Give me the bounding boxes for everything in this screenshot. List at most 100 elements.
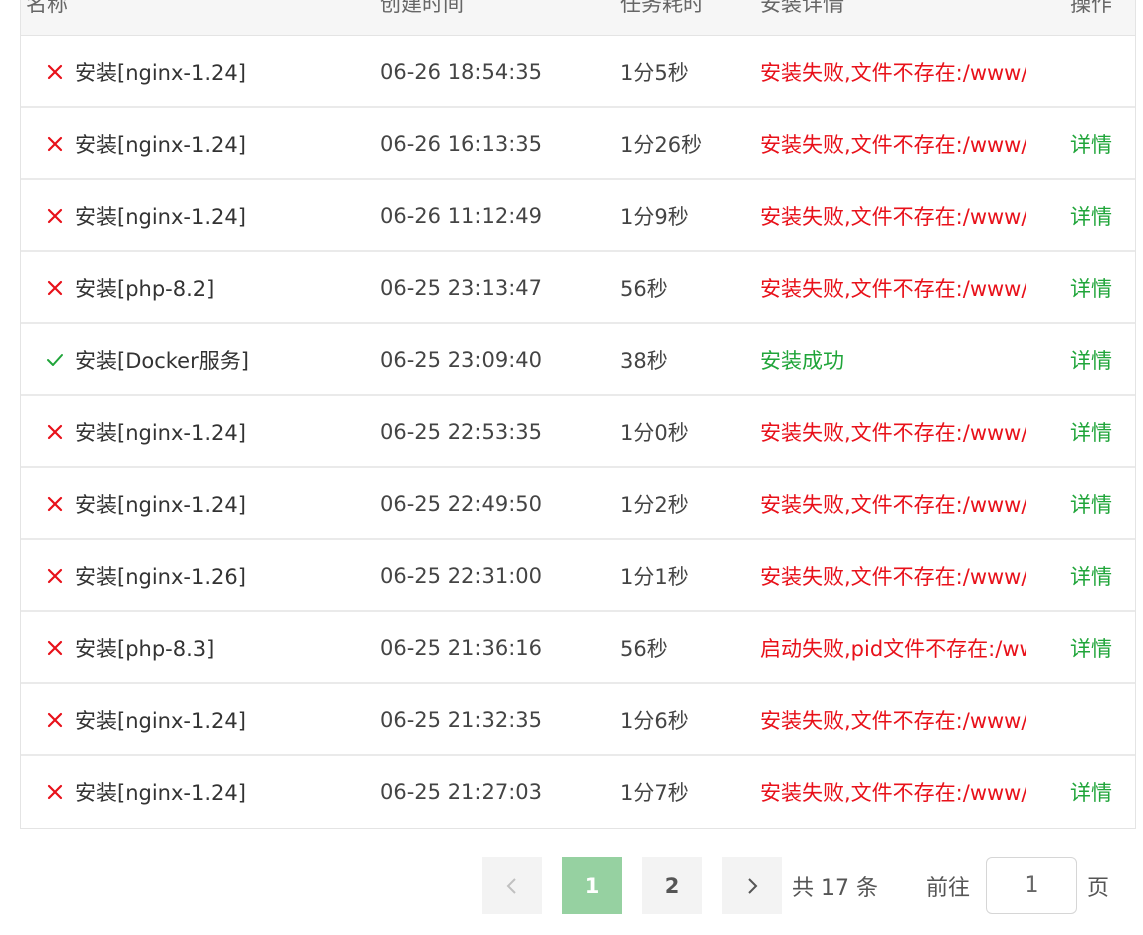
install-detail: 安装失败,文件不存在:/www/server/nginx <box>760 133 1026 157</box>
task-name: 安装[nginx-1.24] <box>75 61 246 85</box>
task-name: 安装[nginx-1.24] <box>75 493 246 517</box>
task-name: 安装[nginx-1.24] <box>75 205 246 229</box>
goto-page-input[interactable] <box>986 857 1077 914</box>
header-install-detail: 安装详情 <box>760 0 844 16</box>
detail-link[interactable]: 详情 <box>1070 756 1112 828</box>
close-icon <box>45 278 65 298</box>
created-time: 06-25 22:53:35 <box>380 420 543 444</box>
close-icon <box>45 62 65 82</box>
next-page-button[interactable] <box>722 857 782 914</box>
task-name-cell: 安装[nginx-1.24] <box>45 396 246 468</box>
close-icon <box>45 206 65 226</box>
task-duration: 1分0秒 <box>620 421 689 445</box>
prev-page-button[interactable] <box>482 857 542 914</box>
created-time: 06-25 21:32:35 <box>380 708 543 732</box>
task-duration: 1分5秒 <box>620 61 689 85</box>
chevron-right-icon <box>748 877 758 894</box>
table-row: 安装[Docker服务] 06-25 23:09:40 38秒 安装成功 详情 <box>21 324 1135 396</box>
page-button-2[interactable]: 2 <box>642 857 702 914</box>
close-icon <box>45 782 65 802</box>
task-name: 安装[nginx-1.26] <box>75 565 246 589</box>
close-icon <box>45 566 65 586</box>
table-row: 安装[nginx-1.24] 06-25 22:53:35 1分0秒 安装失败,文件不… <box>21 396 1135 468</box>
task-name-cell: 安装[nginx-1.24] <box>45 180 246 252</box>
detail-link[interactable]: 详情 <box>1070 108 1112 180</box>
install-detail: 启动失败,pid文件不存在:/www/server/php <box>760 637 1026 661</box>
table-row: 安装[nginx-1.24] 06-26 16:13:35 1分26秒 安装失败,文件… <box>21 108 1135 180</box>
pagination: 1 2 共 17 条 前往 页 <box>0 857 1143 914</box>
task-duration: 1分2秒 <box>620 493 689 517</box>
page-button-1[interactable]: 1 <box>562 857 622 914</box>
task-name: 安装[nginx-1.24] <box>75 133 246 157</box>
created-time: 06-25 22:31:00 <box>380 564 543 588</box>
install-detail: 安装失败,文件不存在:/www/server/nginx <box>760 565 1026 589</box>
task-name: 安装[php-8.3] <box>75 637 215 661</box>
close-icon <box>45 422 65 442</box>
task-name-cell: 安装[nginx-1.24] <box>45 36 246 108</box>
check-icon <box>45 350 65 370</box>
created-time: 06-26 11:12:49 <box>380 204 543 228</box>
task-name-cell: 安装[nginx-1.24] <box>45 684 246 756</box>
detail-link[interactable]: 详情 <box>1070 612 1112 684</box>
table-row: 安装[nginx-1.24] 06-26 11:12:49 1分9秒 安装失败,文件不… <box>21 180 1135 252</box>
task-duration: 56秒 <box>620 637 668 661</box>
close-icon <box>45 134 65 154</box>
detail-link[interactable]: 详情 <box>1070 540 1112 612</box>
table-row: 安装[nginx-1.24] 06-26 18:54:35 1分5秒 安装失败,文件不… <box>21 36 1135 108</box>
detail-link[interactable]: 详情 <box>1070 468 1112 540</box>
detail-link[interactable]: 详情 <box>1070 324 1112 396</box>
table-body: 安装[nginx-1.24] 06-26 18:54:35 1分5秒 安装失败,文件不… <box>21 36 1135 828</box>
created-time: 06-25 21:27:03 <box>380 780 543 804</box>
task-duration: 1分26秒 <box>620 133 703 157</box>
task-name: 安装[Docker服务] <box>75 349 249 373</box>
table-row: 安装[nginx-1.26] 06-25 22:31:00 1分1秒 安装失败,文件不… <box>21 540 1135 612</box>
goto-label: 前往 <box>926 875 971 901</box>
table-row: 安装[nginx-1.24] 06-25 21:32:35 1分6秒 安装失败,文件不… <box>21 684 1135 756</box>
task-table: 名称 创建时间 任务耗时 安装详情 操作 安装[nginx-1.24] 06-26… <box>20 0 1136 829</box>
install-detail: 安装失败,文件不存在:/www/server/php <box>760 277 1026 301</box>
created-time: 06-26 18:54:35 <box>380 60 543 84</box>
task-duration: 1分9秒 <box>620 205 689 229</box>
created-time: 06-25 22:49:50 <box>380 492 543 516</box>
install-detail: 安装失败,文件不存在:/www/server/nginx <box>760 781 1026 805</box>
install-detail: 安装失败,文件不存在:/www/server/nginx <box>760 421 1026 445</box>
task-name: 安装[php-8.2] <box>75 277 215 301</box>
install-detail: 安装失败,文件不存在:/www/server/nginx <box>760 493 1026 517</box>
task-name-cell: 安装[nginx-1.24] <box>45 756 246 828</box>
task-name-cell: 安装[Docker服务] <box>45 324 249 396</box>
detail-link[interactable]: 详情 <box>1070 252 1112 324</box>
table-row: 安装[nginx-1.24] 06-25 22:49:50 1分2秒 安装失败,文件不… <box>21 468 1135 540</box>
close-icon <box>45 638 65 658</box>
task-name-cell: 安装[nginx-1.26] <box>45 540 246 612</box>
task-name: 安装[nginx-1.24] <box>75 709 246 733</box>
close-icon <box>45 710 65 730</box>
task-duration: 1分1秒 <box>620 565 689 589</box>
table-row: 安装[php-8.2] 06-25 23:13:47 56秒 安装失败,文件不存在:/… <box>21 252 1135 324</box>
task-duration: 1分6秒 <box>620 709 689 733</box>
task-name-cell: 安装[nginx-1.24] <box>45 468 246 540</box>
detail-link[interactable]: 详情 <box>1070 396 1112 468</box>
task-duration: 56秒 <box>620 277 668 301</box>
header-actions: 操作 <box>1070 0 1112 16</box>
install-detail: 安装失败,文件不存在:/www/server/nginx <box>760 61 1026 85</box>
page-suffix: 页 <box>1087 875 1110 901</box>
task-name: 安装[nginx-1.24] <box>75 421 246 445</box>
table-row: 安装[nginx-1.24] 06-25 21:27:03 1分7秒 安装失败,文件不… <box>21 756 1135 828</box>
install-detail: 安装成功 <box>760 349 844 373</box>
header-duration: 任务耗时 <box>620 0 704 16</box>
task-name-cell: 安装[php-8.3] <box>45 612 214 684</box>
install-detail: 安装失败,文件不存在:/www/server/nginx <box>760 205 1026 229</box>
table-row: 安装[php-8.3] 06-25 21:36:16 56秒 启动失败,pid文件不存… <box>21 612 1135 684</box>
chevron-left-icon <box>506 877 516 894</box>
total-count: 共 17 条 <box>792 875 878 901</box>
install-detail: 安装失败,文件不存在:/www/server/nginx <box>760 709 1026 733</box>
detail-link[interactable]: 详情 <box>1070 180 1112 252</box>
task-name-cell: 安装[nginx-1.24] <box>45 108 246 180</box>
table-header: 名称 创建时间 任务耗时 安装详情 操作 <box>21 0 1135 36</box>
header-created-time: 创建时间 <box>380 0 464 16</box>
task-name-cell: 安装[php-8.2] <box>45 252 214 324</box>
close-icon <box>45 494 65 514</box>
created-time: 06-26 16:13:35 <box>380 132 543 156</box>
task-duration: 38秒 <box>620 349 668 373</box>
created-time: 06-25 23:09:40 <box>380 348 543 372</box>
